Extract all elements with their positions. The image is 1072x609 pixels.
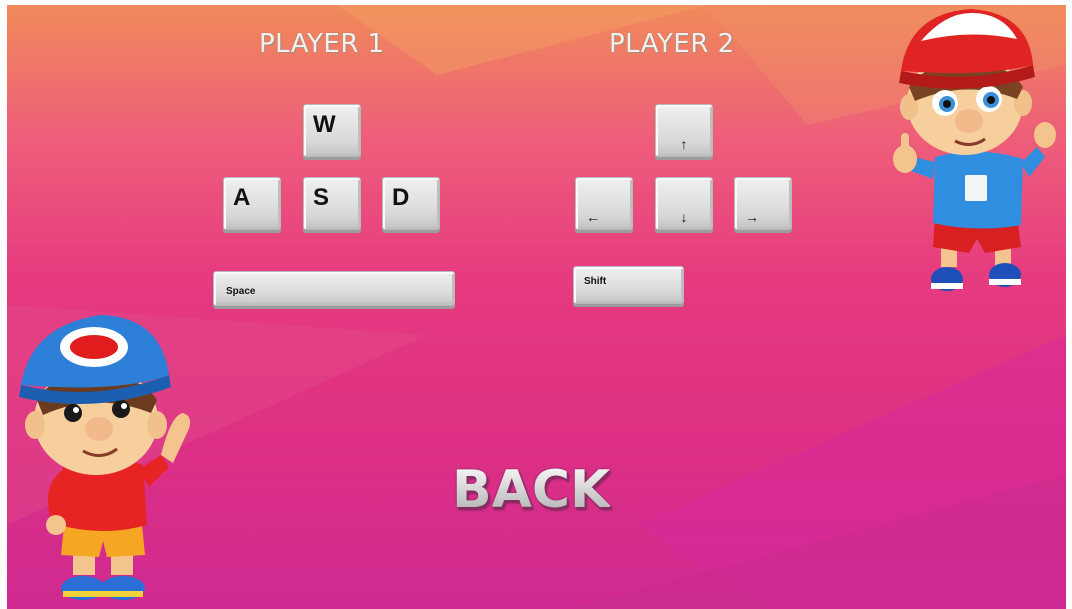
p1-key-action-label: Space [226,286,256,297]
p1-key-up-label: W [313,111,336,138]
p2-key-action: Shift [573,266,684,304]
p2-key-up: ↑ [655,104,713,157]
boy-blue-cap-character [11,305,201,609]
p1-key-down: S [303,177,361,230]
controls-screen: PLAYER 1 W A S D Space PLAYER 2 ↑ ← ↓ → … [7,5,1066,609]
boy-red-cap-character [885,7,1061,305]
p1-key-right-label: D [392,184,410,211]
arrow-right-icon: → [745,209,759,225]
player1-title: PLAYER 1 [259,29,385,59]
p2-key-left: ← [575,177,633,230]
p1-key-left-label: A [233,184,251,211]
arrow-left-icon: ← [586,209,600,225]
arrow-up-icon: ↑ [680,136,688,152]
p1-key-action: Space [213,271,455,306]
back-button[interactable]: BACK [452,460,610,520]
p1-key-right: D [382,177,440,230]
p1-key-up: W [303,104,361,157]
p2-key-action-label: Shift [584,276,607,287]
p2-key-down: ↓ [655,177,713,230]
arrow-down-icon: ↓ [680,209,688,225]
p1-key-down-label: S [313,184,330,211]
p1-key-left: A [223,177,281,230]
p2-key-right: → [734,177,792,230]
player2-title: PLAYER 2 [609,29,735,59]
